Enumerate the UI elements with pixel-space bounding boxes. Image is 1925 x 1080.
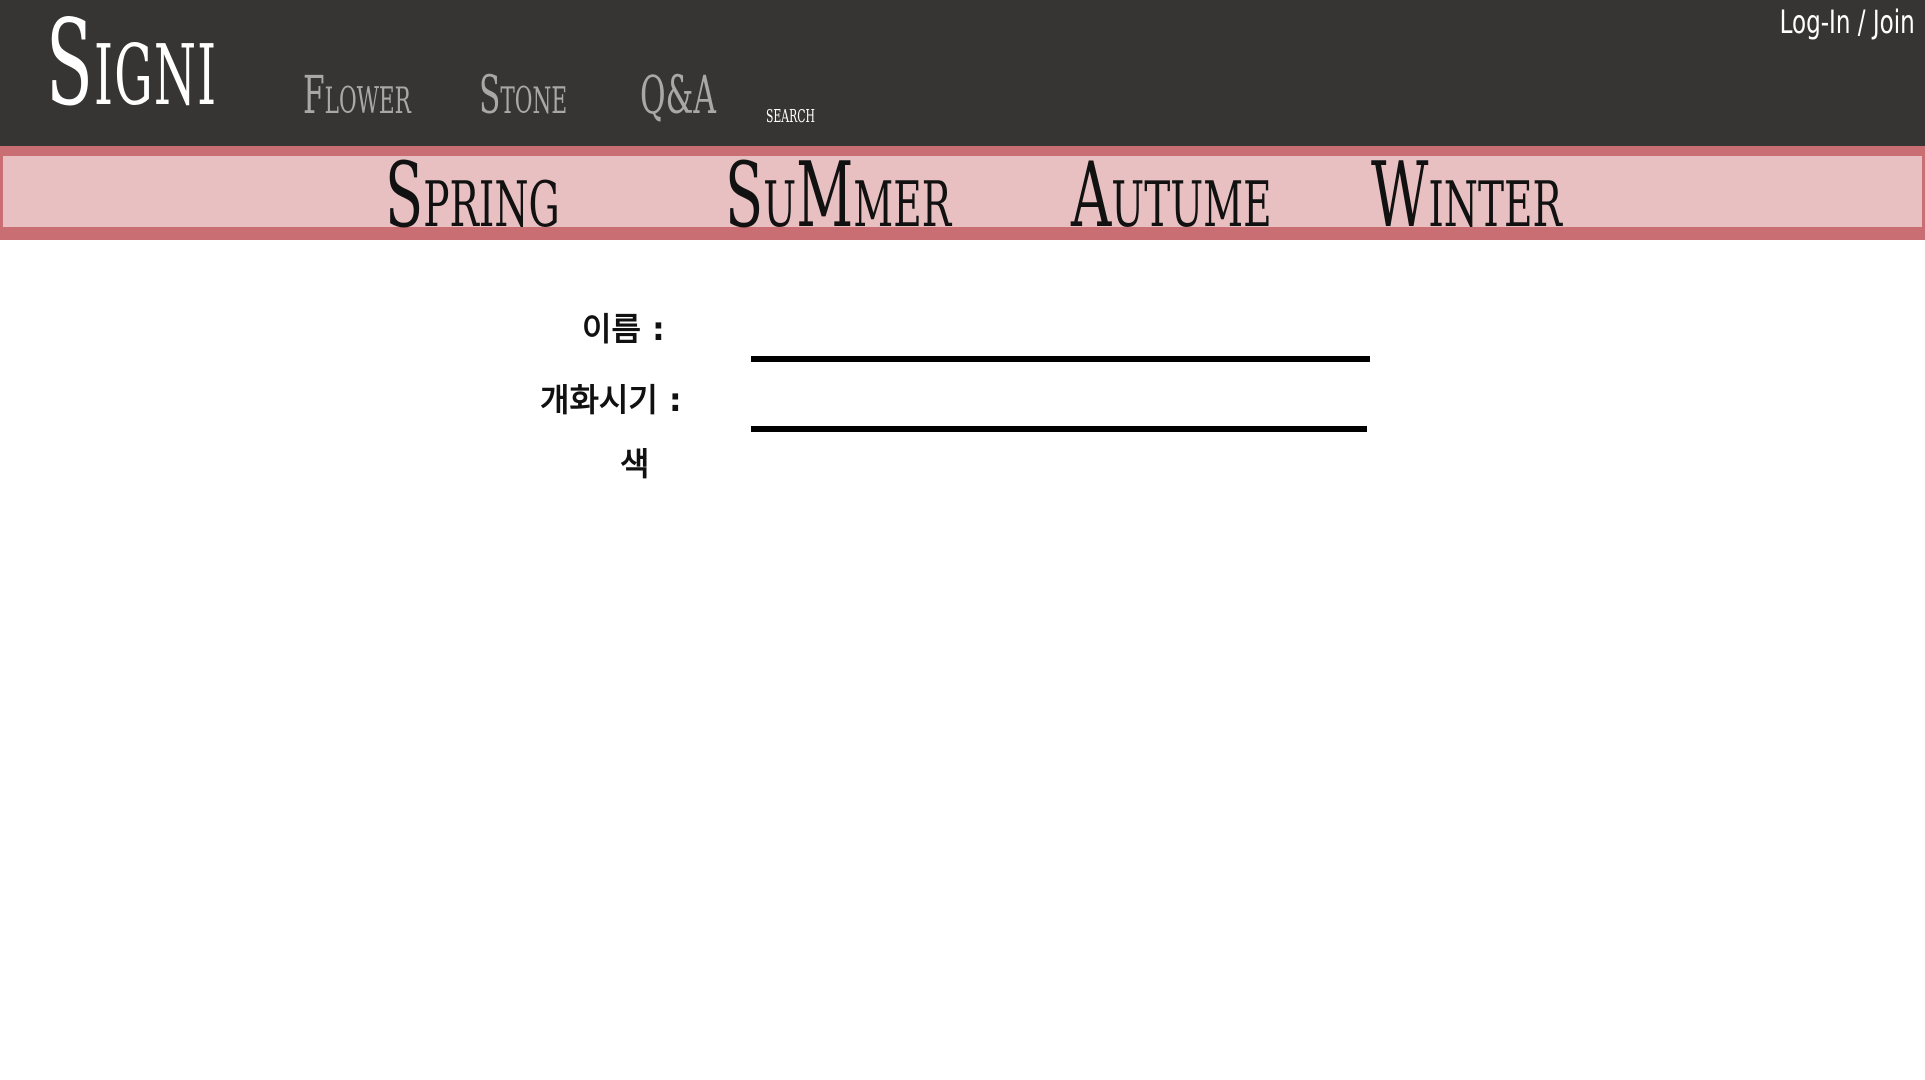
bloom-period-input[interactable] [751,398,1367,432]
bloom-period-label: 개화시기 : [540,381,682,419]
name-input[interactable] [751,328,1370,362]
name-label: 이름 : [582,310,665,348]
nav-stone-link[interactable]: Stone [479,70,567,122]
season-tab-summer[interactable]: SuMmer [725,151,951,241]
season-nav-bar [0,146,1925,240]
season-tab-autumn[interactable]: Autume [1071,151,1272,241]
top-header: Signi Flower Stone Q&A search Log-In / J… [0,0,1925,146]
site-logo[interactable]: Signi [46,4,217,122]
nav-qa-link[interactable]: Q&A [640,70,716,122]
nav-search-link[interactable]: search [766,101,815,127]
season-tab-spring[interactable]: Spring [385,151,560,241]
nav-flower-link[interactable]: Flower [303,70,411,122]
login-join-link[interactable]: Log-In / Join [1780,6,1915,38]
season-nav-background [3,156,1922,227]
color-label: 색 [620,445,650,483]
season-tab-winter[interactable]: Winter [1371,151,1562,241]
